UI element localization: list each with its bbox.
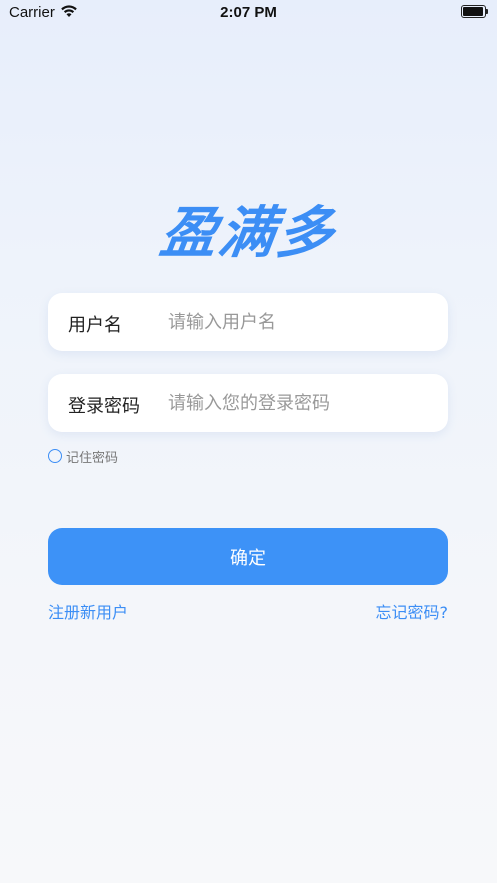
username-label: 用户名	[68, 315, 122, 336]
forgot-password-link[interactable]: 忘记密码?	[376, 599, 449, 623]
password-label: 登录密码	[68, 396, 140, 417]
username-input[interactable]	[168, 305, 428, 339]
password-input[interactable]	[168, 386, 428, 420]
app-logo: 盈满多	[156, 201, 340, 266]
password-field: 登录密码	[48, 374, 448, 432]
register-link[interactable]: 注册新用户	[48, 599, 128, 623]
battery-icon	[461, 5, 489, 18]
remember-password-label: 记住密码	[66, 450, 119, 466]
status-bar: Carrier 2:07 PM	[0, 0, 497, 26]
remember-password-radio[interactable]	[48, 449, 62, 463]
username-field: 用户名	[48, 293, 448, 351]
remember-password-toggle[interactable]: 记住密码	[48, 447, 119, 466]
confirm-button[interactable]: 确定	[48, 528, 448, 585]
status-time: 2:07 PM	[220, 4, 277, 21]
